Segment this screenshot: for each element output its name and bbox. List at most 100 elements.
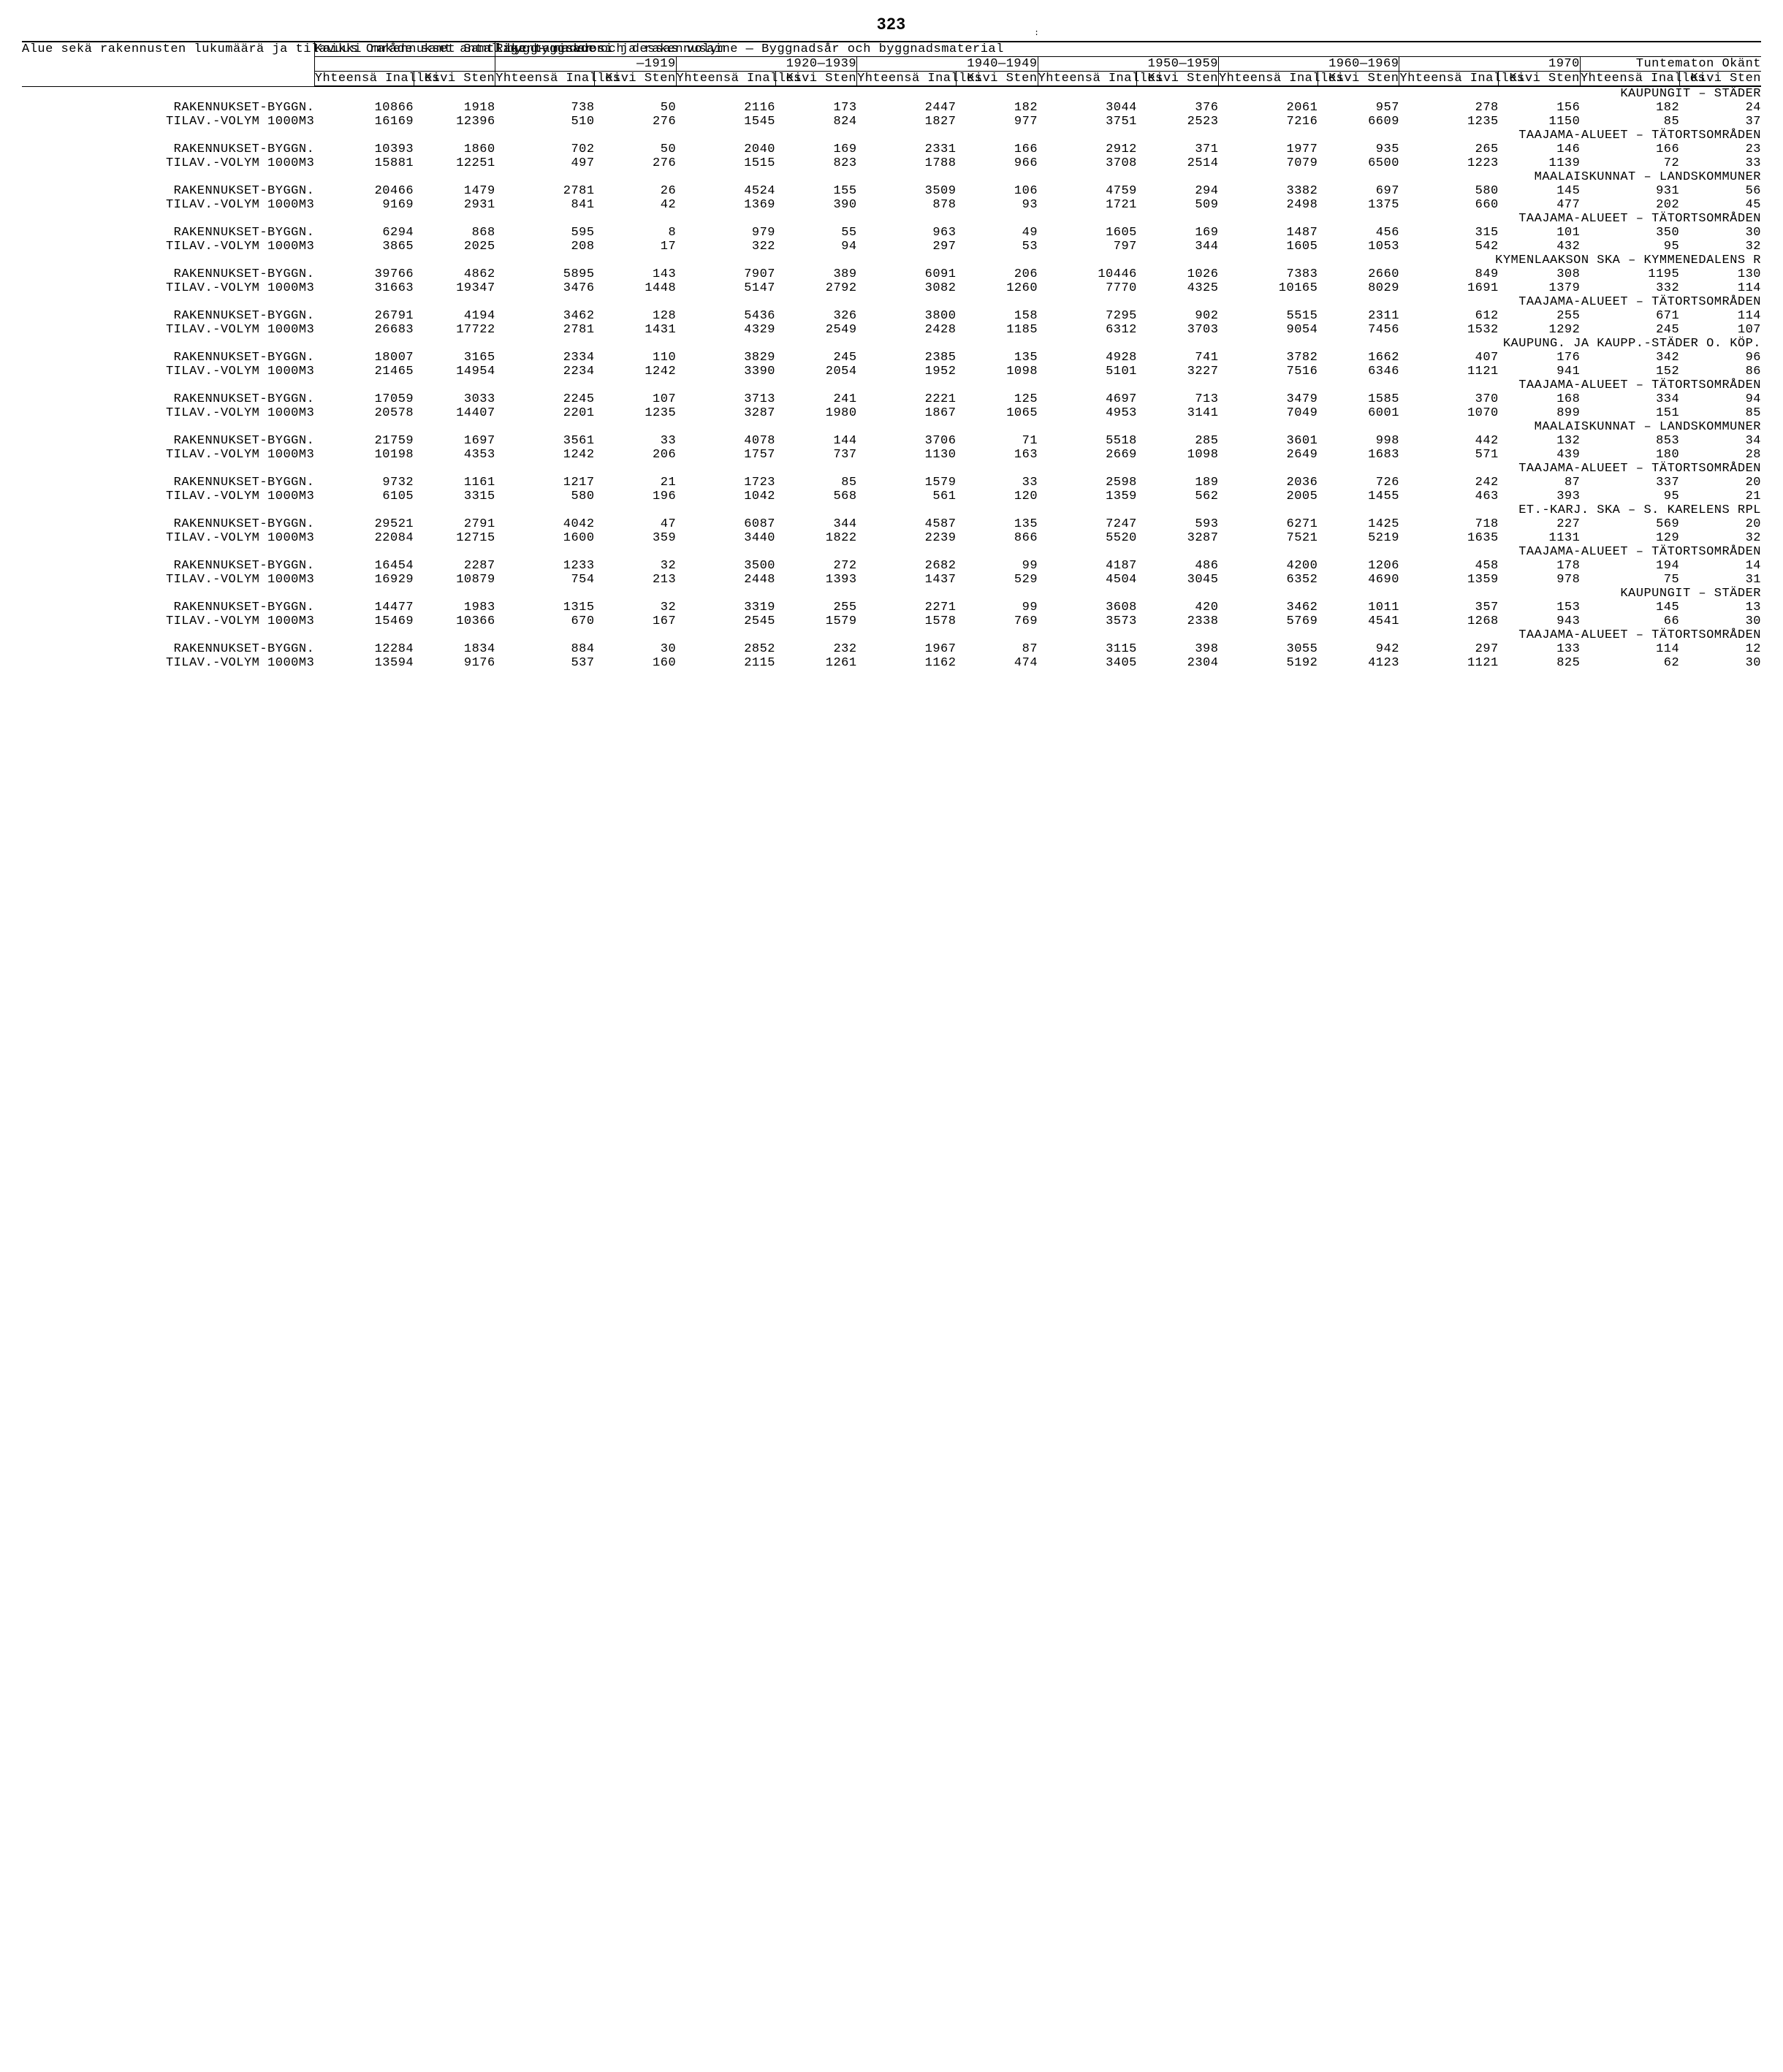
cell: 1545 [676, 115, 775, 129]
cell: 2523 [1137, 115, 1219, 129]
cell: 3703 [1137, 323, 1219, 337]
col-stone-5: Kivi Sten [1318, 72, 1399, 87]
cell: 4078 [676, 434, 775, 448]
cell: 1162 [857, 656, 957, 670]
table-row: RAKENNUKSET-BYGGN.2952127914042476087344… [22, 517, 1761, 531]
cell: 537 [495, 656, 595, 670]
cell: 30 [1679, 656, 1761, 670]
cell: 1918 [414, 101, 495, 115]
cell: 16454 [314, 559, 414, 573]
cell: 10165 [1218, 281, 1318, 295]
cell: 463 [1399, 490, 1499, 503]
cell: 670 [495, 614, 595, 628]
cell: 20578 [314, 406, 414, 420]
row-label: TILAV.-VOLYM 1000M3 [22, 406, 314, 420]
cell: 1121 [1399, 365, 1499, 378]
cell: 769 [956, 614, 1038, 628]
cell: 93 [956, 198, 1038, 212]
cell: 1195 [1580, 267, 1679, 281]
cell: 1860 [414, 142, 495, 156]
cell: 12715 [414, 531, 495, 545]
row-label: TILAV.-VOLYM 1000M3 [22, 156, 314, 170]
row-label: TILAV.-VOLYM 1000M3 [22, 115, 314, 129]
cell: 2334 [495, 351, 595, 365]
cell: 29521 [314, 517, 414, 531]
cell: 13 [1679, 601, 1761, 614]
row-label: RAKENNUKSET-BYGGN. [22, 559, 314, 573]
table-row: RAKENNUKSET-BYGGN.1705930332245107371324… [22, 392, 1761, 406]
cell: 326 [775, 309, 857, 323]
cell: 2338 [1137, 614, 1219, 628]
cell: 935 [1318, 142, 1399, 156]
cell: 9054 [1218, 323, 1318, 337]
row-label: TILAV.-VOLYM 1000M3 [22, 240, 314, 254]
cell: 14 [1679, 559, 1761, 573]
cell: 1605 [1038, 226, 1137, 240]
section-title-text: TAAJAMA-ALUEET – TÄTORTSOMRÅDEN [22, 129, 1761, 142]
row-label: TILAV.-VOLYM 1000M3 [22, 531, 314, 545]
table-row: RAKENNUKSET-BYGGN.9732116112172117238515… [22, 476, 1761, 490]
cell: 4042 [495, 517, 595, 531]
cell: 344 [775, 517, 857, 531]
cell: 3751 [1038, 115, 1137, 129]
cell: 4200 [1218, 559, 1318, 573]
cell: 206 [595, 448, 677, 462]
cell: 315 [1399, 226, 1499, 240]
cell: 206 [956, 267, 1038, 281]
cell: 6312 [1038, 323, 1137, 337]
cell: 1217 [495, 476, 595, 490]
cell: 1235 [595, 406, 677, 420]
cell: 10366 [414, 614, 495, 628]
cell: 1585 [1318, 392, 1399, 406]
cell: 166 [1580, 142, 1679, 156]
cell: 3782 [1218, 351, 1318, 365]
cell: 612 [1399, 309, 1499, 323]
cell: 10198 [314, 448, 414, 462]
cell: 3044 [1038, 101, 1137, 115]
cell: 7516 [1218, 365, 1318, 378]
cell: 7216 [1218, 115, 1318, 129]
cell: 2025 [414, 240, 495, 254]
cell: 529 [956, 573, 1038, 587]
table-row: TILAV.-VOLYM 1000M3214651495422341242339… [22, 365, 1761, 378]
cell: 868 [414, 226, 495, 240]
cell: 180 [1580, 448, 1679, 462]
row-label: RAKENNUKSET-BYGGN. [22, 184, 314, 198]
cell: 7049 [1218, 406, 1318, 420]
cell: 2005 [1218, 490, 1318, 503]
cell: 371 [1137, 142, 1219, 156]
cell: 28 [1679, 448, 1761, 462]
cell: 17722 [414, 323, 495, 337]
row-label: RAKENNUKSET-BYGGN. [22, 392, 314, 406]
col-total-0: Yhteensä Inalles [314, 72, 414, 87]
cell: 3055 [1218, 642, 1318, 656]
cell: 2271 [857, 601, 957, 614]
cell: 143 [595, 267, 677, 281]
cell: 12284 [314, 642, 414, 656]
cell: 1070 [1399, 406, 1499, 420]
cell: 3708 [1038, 156, 1137, 170]
cell: 2781 [495, 184, 595, 198]
cell: 160 [595, 656, 677, 670]
cell: 1315 [495, 601, 595, 614]
cell: 31663 [314, 281, 414, 295]
cell: 166 [956, 142, 1038, 156]
hdr-period-0: —1919 [495, 57, 676, 72]
cell: 726 [1318, 476, 1399, 490]
cell: 1223 [1399, 156, 1499, 170]
cell: 30 [1679, 226, 1761, 240]
cell: 3045 [1137, 573, 1219, 587]
cell: 1369 [676, 198, 775, 212]
cell: 4759 [1038, 184, 1137, 198]
col-stone-0: Kivi Sten [414, 72, 495, 87]
cell: 156 [1499, 101, 1581, 115]
cell: 23 [1679, 142, 1761, 156]
cell: 15881 [314, 156, 414, 170]
cell: 2311 [1318, 309, 1399, 323]
section-title: TAAJAMA-ALUEET – TÄTORTSOMRÅDEN [22, 129, 1761, 142]
cell: 86 [1679, 365, 1761, 378]
cell: 153 [1499, 601, 1581, 614]
cell: 196 [595, 490, 677, 503]
cell: 94 [1679, 392, 1761, 406]
cell: 322 [676, 240, 775, 254]
